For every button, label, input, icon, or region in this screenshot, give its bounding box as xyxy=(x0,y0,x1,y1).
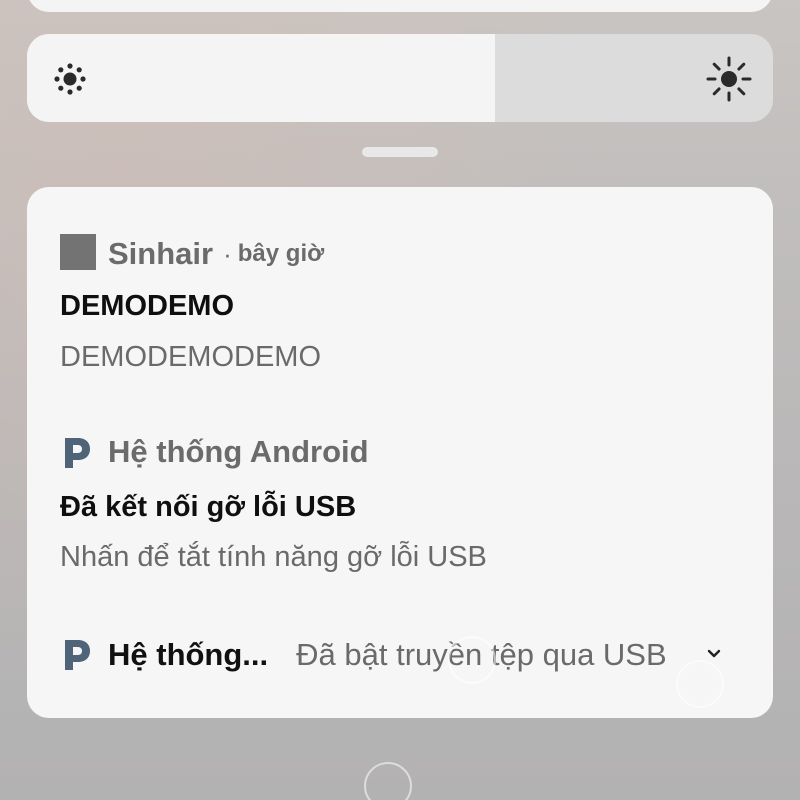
quick-settings-panel[interactable] xyxy=(27,0,773,12)
brightness-low-icon xyxy=(54,63,86,95)
android-system-icon xyxy=(65,438,90,468)
notification-body[interactable]: Nhấn để tắt tính năng gỡ lỗi USB xyxy=(60,541,487,574)
brightness-slider-fill xyxy=(27,34,495,122)
brightness-high-icon xyxy=(706,56,752,102)
panel-drag-handle[interactable] xyxy=(362,147,438,157)
notification-summary: Đã bật truyền tệp qua USB xyxy=(296,637,667,672)
brightness-slider[interactable] xyxy=(27,34,773,122)
collapsed-notification[interactable]: Hệ thống... Đã bật truyền tệp qua USB xyxy=(108,634,667,676)
app-square-icon xyxy=(60,234,96,270)
app-name: Sinhair xyxy=(108,236,214,271)
notification-title[interactable]: DEMODEMO xyxy=(60,290,234,323)
header-separator: · xyxy=(223,238,232,269)
notification-body[interactable]: DEMODEMODEMO xyxy=(60,341,321,374)
app-name[interactable]: Hệ thống Android xyxy=(108,434,369,470)
touch-ripple xyxy=(364,762,412,800)
notification-header-sinhair[interactable]: Sinhair · bây giờ xyxy=(108,234,324,274)
notification-title[interactable]: Đã kết nối gỡ lỗi USB xyxy=(60,491,356,524)
chevron-down-icon[interactable] xyxy=(705,645,723,663)
notification-time: bây giờ xyxy=(237,240,325,267)
android-system-icon xyxy=(65,640,90,670)
app-name: Hệ thống... xyxy=(108,637,269,672)
